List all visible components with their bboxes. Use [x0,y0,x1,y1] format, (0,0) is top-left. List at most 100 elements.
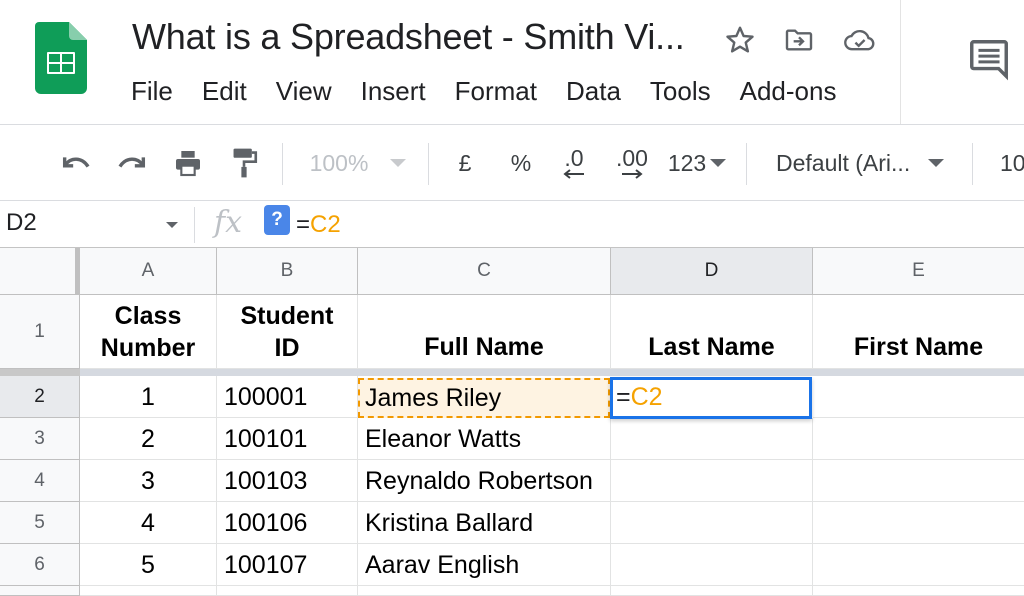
toolbar: 100% £ % .0 .00 123 Default (Ari... 10 [0,124,1024,200]
increase-decimal-label: .00 [616,145,648,171]
cell-d3[interactable] [611,418,813,460]
cell-b6[interactable]: 100107 [217,544,358,586]
column-header-e[interactable]: E [813,248,1024,295]
chevron-down-icon [928,159,945,167]
cell-d6[interactable] [611,544,813,586]
menu-addons[interactable]: Add-ons [740,74,837,108]
sheets-logo-icon[interactable] [35,22,87,94]
cell-b7[interactable] [217,586,358,596]
cell-a3[interactable]: 2 [80,418,217,460]
formula-divider [194,207,195,243]
menu-data[interactable]: Data [566,74,621,108]
frozen-row-divider[interactable] [80,369,1024,376]
menu-format[interactable]: Format [455,74,537,108]
cell-b5[interactable]: 100106 [217,502,358,544]
cell-e5[interactable] [813,502,1024,544]
cell-b4[interactable]: 100103 [217,460,358,502]
more-formats-select[interactable]: 123 [664,125,730,201]
app-header: What is a Spreadsheet - Smith Vi... File… [0,0,1024,124]
document-title[interactable]: What is a Spreadsheet - Smith Vi... [132,16,685,58]
toolbar-divider [972,143,973,185]
cell-editor-equals: = [616,383,631,411]
menu-insert[interactable]: Insert [361,74,426,108]
undo-icon[interactable] [56,125,96,201]
arrow-right-icon [622,169,643,179]
move-to-folder-icon[interactable] [781,22,817,58]
toolbar-divider [428,143,429,185]
select-all-corner[interactable] [0,248,80,295]
cell-c3[interactable]: Eleanor Watts [358,418,611,460]
print-icon[interactable] [168,125,208,201]
cell-c5[interactable]: Kristina Ballard [358,502,611,544]
cell-a6[interactable]: 5 [80,544,217,586]
redo-icon[interactable] [112,125,152,201]
cell-e1[interactable]: First Name [813,295,1024,369]
star-icon[interactable] [722,22,758,58]
cell-editor-input[interactable]: =C2 [616,383,663,412]
chevron-down-icon[interactable] [166,222,178,228]
menu-file[interactable]: File [131,74,173,108]
cell-b2[interactable]: 100001 [217,376,358,418]
comment-icon[interactable] [966,36,1012,82]
cloud-saved-icon[interactable] [842,22,878,58]
cell-b1-line1: Student [240,301,334,330]
menu-view[interactable]: View [276,74,332,108]
cell-b3[interactable]: 100101 [217,418,358,460]
cell-c6[interactable]: Aarav English [358,544,611,586]
column-header-d[interactable]: D [611,248,813,295]
row-header-4[interactable]: 4 [0,460,80,502]
toolbar-divider [746,143,747,185]
zoom-select[interactable]: 100% [300,125,416,201]
menu-tools[interactable]: Tools [650,74,711,108]
cell-e2[interactable] [813,376,1024,418]
zoom-value: 100% [309,149,369,176]
increase-decimal-button[interactable]: .00 [608,125,656,201]
cell-b1-line2: ID [274,333,300,362]
formula-help-icon[interactable]: ? [264,205,290,235]
cell-e7[interactable] [813,586,1024,596]
cell-b1[interactable]: Student ID [217,295,358,369]
column-header-c[interactable]: C [358,248,611,295]
freeze-handle[interactable] [0,369,80,376]
decrease-decimal-button[interactable]: .0 [554,125,594,201]
row-header-7[interactable] [0,586,80,596]
font-size-select[interactable]: 10 [1000,125,1024,201]
cell-c2[interactable]: James Riley [358,376,611,418]
menu-edit[interactable]: Edit [202,74,247,108]
paint-format-icon[interactable] [224,125,264,201]
name-box[interactable]: D2 [6,209,37,237]
cell-e3[interactable] [813,418,1024,460]
cell-a5[interactable]: 4 [80,502,217,544]
cell-c7[interactable] [358,586,611,596]
cell-a2[interactable]: 1 [80,376,217,418]
cell-e4[interactable] [813,460,1024,502]
cell-a1[interactable]: Class Number [80,295,217,369]
cell-a7[interactable] [80,586,217,596]
cell-d5[interactable] [611,502,813,544]
row-header-5[interactable]: 5 [0,502,80,544]
currency-format-button[interactable]: £ [448,125,482,201]
fx-icon: fx [214,205,243,240]
toolbar-divider [282,143,283,185]
cell-c1[interactable]: Full Name [358,295,611,369]
row-header-6[interactable]: 6 [0,544,80,586]
cell-e6[interactable] [813,544,1024,586]
chevron-down-icon [390,159,407,167]
font-family-select[interactable]: Default (Ari... [776,125,956,201]
cell-d1[interactable]: Last Name [611,295,813,369]
column-header-a[interactable]: A [80,248,217,295]
cell-d4[interactable] [611,460,813,502]
cell-d7[interactable] [611,586,813,596]
header-divider [900,0,901,124]
cell-c4[interactable]: Reynaldo Robertson [358,460,611,502]
column-header-b[interactable]: B [217,248,358,295]
row-header-2[interactable]: 2 [0,376,80,418]
percent-format-button[interactable]: % [504,125,538,201]
formula-input[interactable]: =C2 [296,211,341,239]
row-header-3[interactable]: 3 [0,418,80,460]
cell-a4[interactable]: 3 [80,460,217,502]
formula-equals: = [296,211,311,238]
decrease-decimal-label: .0 [564,145,584,171]
formula-bar: D2 fx ? =C2 [0,200,1024,248]
row-header-1[interactable]: 1 [0,295,80,369]
